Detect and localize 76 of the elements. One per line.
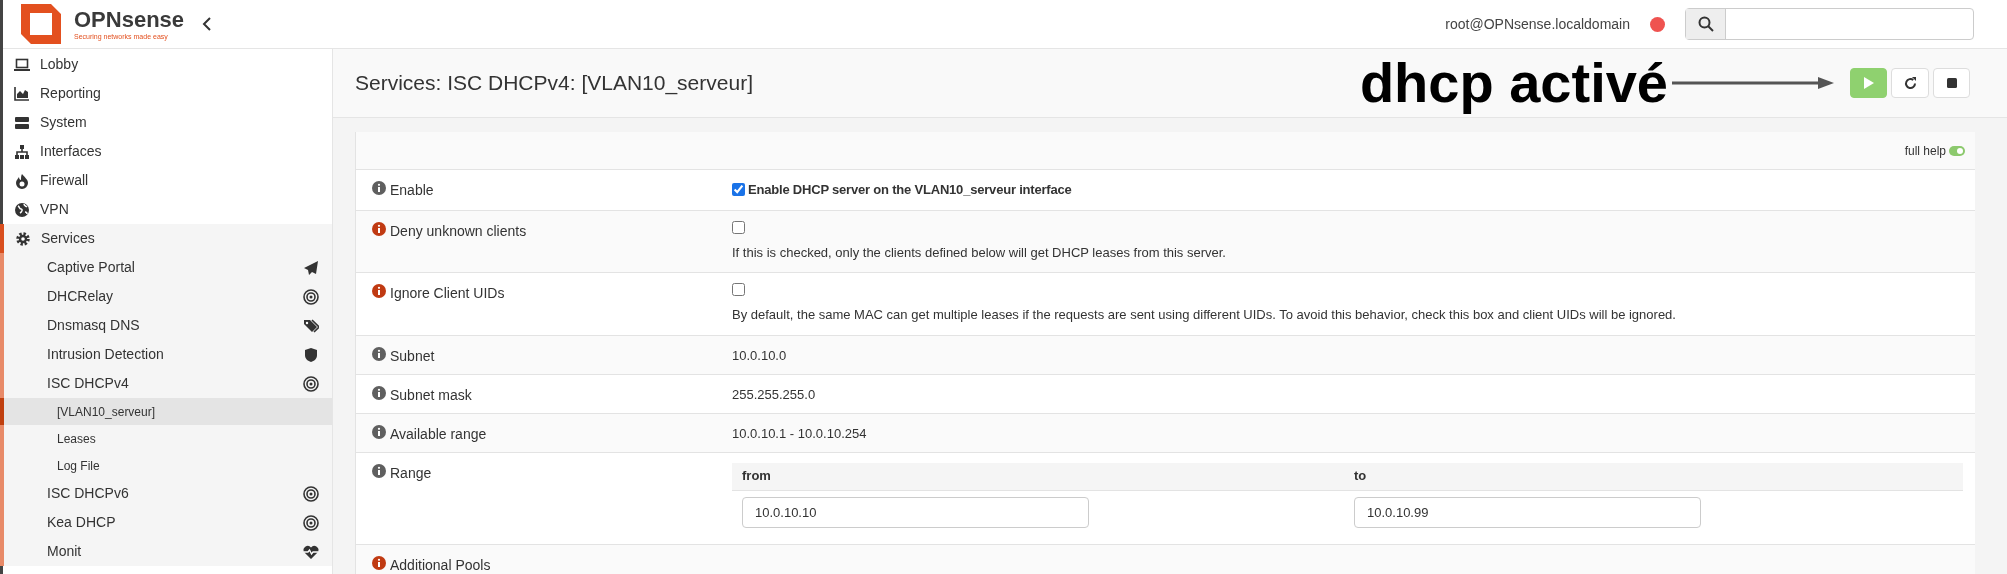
checkbox[interactable] [732, 283, 745, 296]
info-icon[interactable] [372, 385, 386, 400]
paper-plane-icon [303, 259, 319, 276]
field-label: Ignore Client UIDs [390, 284, 505, 303]
sidebar-item[interactable]: Kea DHCP [4, 508, 332, 537]
sidebar-item[interactable]: Lobby [3, 50, 332, 79]
help-text: By default, the same MAC can get multiple leases if the requests are sent using different UIDs. To avoid this behavior, check this box and client UIDs will be ignored. [732, 306, 1677, 324]
sidebar-item[interactable]: DHCRelay [4, 282, 332, 311]
stop-icon [1946, 78, 1957, 88]
field-label: Subnet [390, 346, 435, 366]
sitemap-icon [14, 143, 30, 160]
search-icon [1697, 16, 1714, 32]
sidebar-item[interactable]: Interfaces [3, 137, 332, 166]
info-icon[interactable] [372, 463, 386, 478]
field-label: Subnet mask [390, 385, 472, 405]
info-icon[interactable] [372, 181, 386, 195]
input-field[interactable]: 10.0.10.10 [742, 496, 1089, 528]
server-icon [14, 114, 30, 131]
sidebar-item[interactable]: Monit [4, 537, 332, 566]
help-text: If this is checked, only the clients defined below will get DHCP leases from this server. [732, 243, 1227, 262]
sidebar-item[interactable]: Dnsmasq DNS [4, 311, 332, 340]
sidebar-item[interactable]: System [3, 108, 332, 137]
sidebar-item[interactable]: Reporting [3, 79, 332, 108]
column-header: to [1354, 467, 1367, 486]
target-icon [303, 375, 319, 392]
column-header: from [742, 467, 771, 486]
info-icon[interactable] [372, 284, 386, 298]
sidebar-item[interactable]: ISC DHCPv6 [4, 479, 332, 508]
field-value: 10.0.10.0 [732, 347, 787, 363]
collapse-icon[interactable] [202, 16, 213, 32]
sidebar-item[interactable]: Leases [4, 425, 332, 452]
field-value: 10.0.10.1 - 10.0.10.254 [732, 425, 867, 441]
info-icon[interactable] [372, 346, 386, 361]
page-title: Services: ISC DHCPv4: [VLAN10_serveur] [355, 70, 753, 97]
field-label: Available range [390, 424, 487, 444]
sidebar-item[interactable]: Captive Portal [4, 253, 332, 282]
input-field[interactable]: 10.0.10.99 [1354, 496, 1701, 528]
laptop-icon [14, 56, 30, 73]
sidebar-item[interactable]: Services [0, 224, 332, 253]
brand-name: OPNsense [74, 8, 185, 31]
chart-icon [14, 85, 30, 102]
sidebar-item[interactable]: Intrusion Detection [4, 340, 332, 369]
field-label: Deny unknown clients [390, 221, 527, 241]
tags-icon [303, 317, 319, 334]
field-value: 255.255.255.0 [732, 386, 816, 402]
stop-button[interactable] [1933, 68, 1970, 98]
start-button[interactable] [1850, 68, 1887, 98]
sidebar-item[interactable]: [VLAN10_serveur] [0, 398, 332, 425]
heart-pulse-icon [303, 543, 319, 560]
fire-icon [14, 172, 30, 189]
info-icon[interactable] [372, 221, 386, 236]
globe-icon [14, 201, 30, 218]
checkbox-label[interactable]: Enable DHCP server on the VLAN10_serveur interface [748, 180, 1072, 200]
info-icon[interactable] [372, 424, 386, 439]
restart-button[interactable] [1891, 68, 1929, 98]
field-label: Additional Pools [390, 555, 491, 574]
play-icon [1863, 77, 1874, 89]
checkbox[interactable] [732, 220, 745, 234]
info-icon[interactable] [372, 555, 386, 570]
target-icon [303, 485, 319, 502]
refresh-icon [1903, 76, 1917, 90]
search-field[interactable] [1685, 8, 1974, 40]
user-name[interactable]: root@OPNsense.localdomain [1445, 13, 1630, 35]
checkbox[interactable] [732, 183, 745, 197]
full-help-toggle[interactable] [1949, 145, 1965, 156]
gear-icon [15, 230, 31, 247]
sidebar-item[interactable]: Log File [4, 452, 332, 479]
sidebar-item[interactable]: Firewall [3, 166, 332, 195]
sidebar-item[interactable]: ISC DHCPv4 [4, 369, 332, 398]
target-icon [303, 288, 319, 305]
field-label: Range [390, 463, 432, 483]
shield-icon [303, 346, 319, 363]
full-help-label: full help [1904, 142, 1946, 160]
sidebar-item[interactable]: VPN [3, 195, 332, 224]
target-icon [303, 514, 319, 531]
field-label: Enable [390, 181, 434, 200]
